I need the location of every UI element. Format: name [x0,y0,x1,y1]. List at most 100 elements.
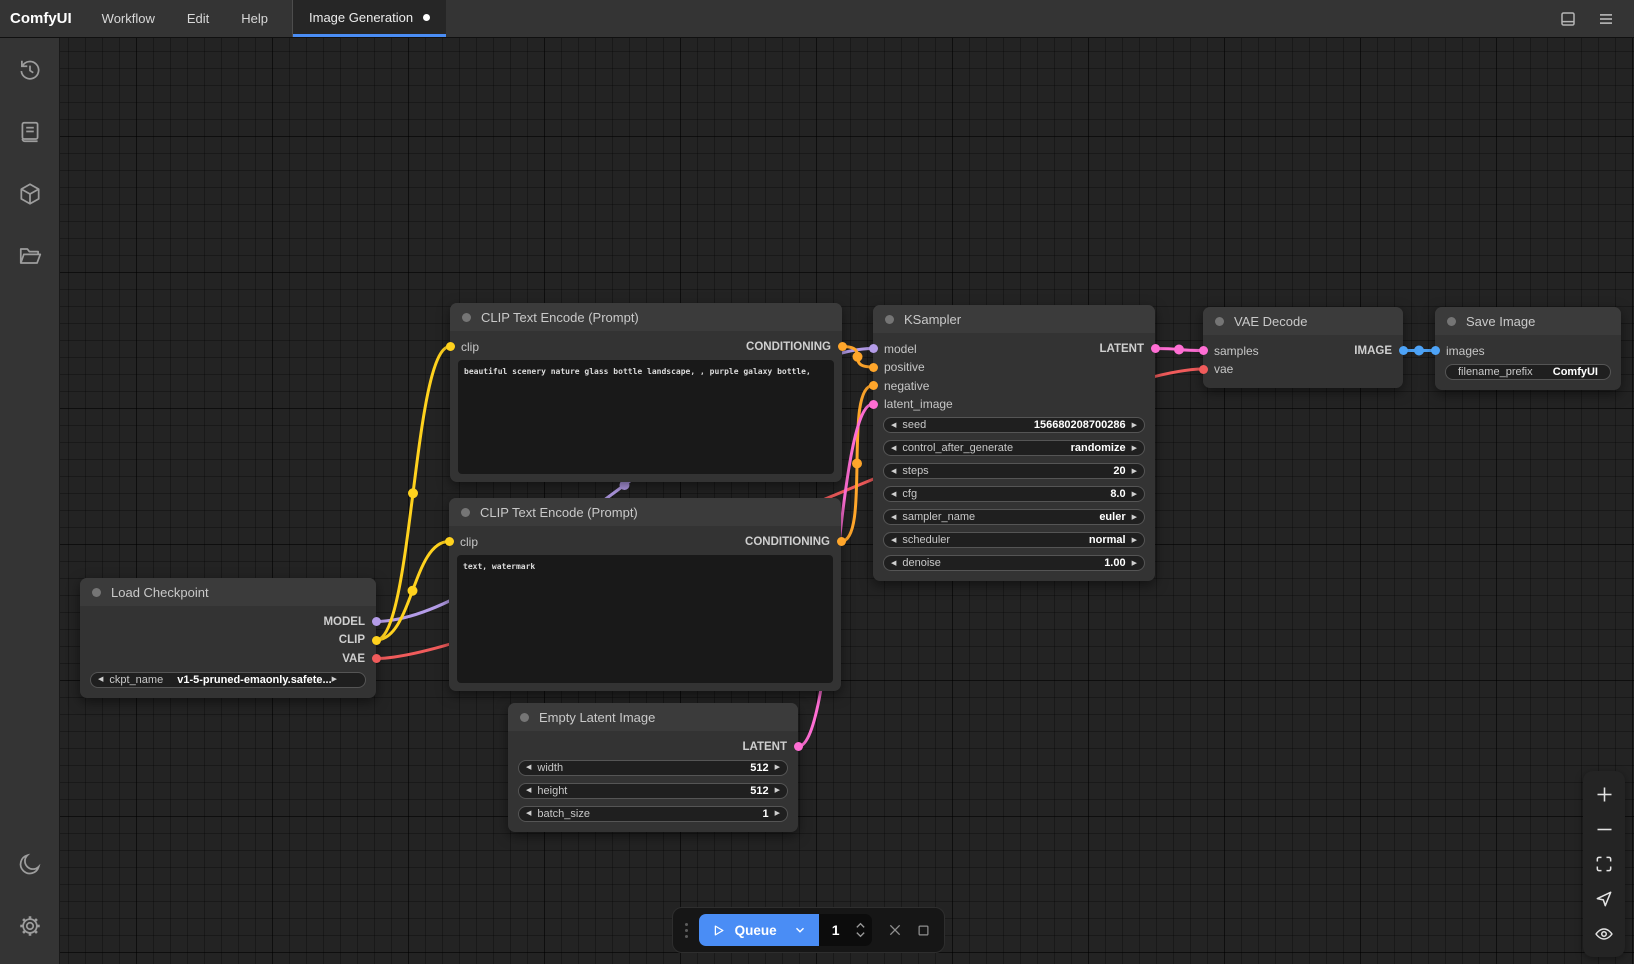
output-port-LATENT-icon[interactable] [1151,344,1160,353]
widget-filename_prefix[interactable]: filename_prefixComfyUI [1445,364,1611,380]
input-port-negative-icon[interactable] [869,381,878,390]
output-port-CONDITIONING-icon[interactable] [838,342,847,351]
output-port-IMAGE-icon[interactable] [1399,346,1408,355]
decrement-arrow-icon[interactable]: ◀ [891,491,896,498]
input-port-images-icon[interactable] [1431,346,1440,355]
prompt-textarea[interactable]: text, watermark [457,555,833,683]
menu-help[interactable]: Help [225,0,284,37]
input-port-model-icon[interactable] [869,344,878,353]
input-port-positive-icon[interactable] [869,363,878,372]
collapse-dot-icon[interactable] [92,588,101,597]
tab-image-generation[interactable]: Image Generation [293,0,446,37]
node-vae_decode[interactable]: VAE DecodesamplesIMAGEvae [1203,307,1403,388]
menu-workflow[interactable]: Workflow [86,0,171,37]
output-port-LATENT-icon[interactable] [794,742,803,751]
input-port-vae-icon[interactable] [1199,365,1208,374]
increment-arrow-icon[interactable]: ▶ [775,764,780,771]
fit-view-icon[interactable] [1592,852,1616,876]
workflows-folder-icon[interactable] [10,236,50,276]
collapse-dot-icon[interactable] [1447,317,1456,326]
widget-seed[interactable]: ◀seed156680208700286▶ [883,417,1145,433]
collapse-dot-icon[interactable] [885,315,894,324]
widget-width[interactable]: ◀width512▶ [518,760,788,776]
prompt-textarea[interactable]: beautiful scenery nature glass bottle la… [458,360,834,474]
hamburger-menu-icon[interactable] [1596,9,1616,29]
decrement-arrow-icon[interactable]: ◀ [526,764,531,771]
node-empty_latent[interactable]: Empty Latent ImageLATENT◀width512▶◀heigh… [508,703,798,832]
decrement-arrow-icon[interactable]: ◀ [891,422,896,429]
increment-arrow-icon[interactable]: ▶ [775,787,780,794]
toggle-links-eye-icon[interactable] [1592,922,1616,946]
node-header[interactable]: Empty Latent Image [508,703,798,731]
chevron-down-icon[interactable] [793,923,807,937]
drag-handle[interactable] [683,923,691,938]
stepper-up-icon[interactable] [855,922,866,929]
queue-button[interactable]: Queue [699,914,819,946]
zoom-in-icon[interactable] [1592,782,1616,806]
zoom-out-icon[interactable] [1592,817,1616,841]
widget-cfg[interactable]: ◀cfg8.0▶ [883,486,1145,502]
widget-steps[interactable]: ◀steps20▶ [883,463,1145,479]
node-clip_pos[interactable]: CLIP Text Encode (Prompt)clipCONDITIONIN… [450,303,842,482]
node-graph-canvas[interactable]: Load CheckpointMODELCLIPVAE◀ckpt_namev1-… [0,0,1634,964]
settings-gear-icon[interactable] [10,906,50,946]
link-midpoint-dot[interactable] [852,459,862,469]
pan-mode-icon[interactable] [1592,887,1616,911]
decrement-arrow-icon[interactable]: ◀ [891,537,896,544]
widget-scheduler[interactable]: ◀schedulernormal▶ [883,532,1145,548]
link-midpoint-dot[interactable] [408,586,418,596]
decrement-arrow-icon[interactable]: ◀ [891,445,896,452]
output-port-VAE-icon[interactable] [372,654,381,663]
link-midpoint-dot[interactable] [1174,345,1184,355]
collapse-dot-icon[interactable] [1215,317,1224,326]
link-midpoint-dot[interactable] [1414,346,1424,356]
bottom-panel-icon[interactable] [1558,9,1578,29]
decrement-arrow-icon[interactable]: ◀ [98,676,103,683]
increment-arrow-icon[interactable]: ▶ [1132,422,1137,429]
increment-arrow-icon[interactable]: ▶ [1132,537,1137,544]
input-port-clip-icon[interactable] [445,537,454,546]
input-port-clip-icon[interactable] [446,342,455,351]
increment-arrow-icon[interactable]: ▶ [1132,491,1137,498]
theme-toggle-moon-icon[interactable] [10,844,50,884]
increment-arrow-icon[interactable]: ▶ [775,810,780,817]
stepper-down-icon[interactable] [855,931,866,938]
node-header[interactable]: Load Checkpoint [80,578,376,606]
widget-height[interactable]: ◀height512▶ [518,783,788,799]
collapse-dot-icon[interactable] [461,508,470,517]
model-library-icon[interactable] [10,174,50,214]
output-port-MODEL-icon[interactable] [372,617,381,626]
node-load_checkpoint[interactable]: Load CheckpointMODELCLIPVAE◀ckpt_namev1-… [80,578,376,698]
node-ksampler[interactable]: KSamplermodelLATENTpositivenegativelaten… [873,305,1155,581]
clear-queue-icon[interactable] [884,919,905,941]
node-library-icon[interactable] [10,112,50,152]
batch-count-stepper[interactable]: 1 [819,914,873,946]
widget-denoise[interactable]: ◀denoise1.00▶ [883,555,1145,571]
node-header[interactable]: CLIP Text Encode (Prompt) [450,303,842,331]
stop-icon[interactable] [913,919,934,941]
increment-arrow-icon[interactable]: ▶ [1132,560,1137,567]
decrement-arrow-icon[interactable]: ◀ [526,810,531,817]
collapse-dot-icon[interactable] [462,313,471,322]
node-header[interactable]: KSampler [873,305,1155,333]
decrement-arrow-icon[interactable]: ◀ [526,787,531,794]
queue-history-icon[interactable] [10,50,50,90]
increment-arrow-icon[interactable]: ▶ [1132,468,1137,475]
output-port-CLIP-icon[interactable] [372,636,381,645]
node-header[interactable]: Save Image [1435,307,1621,335]
increment-arrow-icon[interactable]: ▶ [1132,514,1137,521]
input-port-samples-icon[interactable] [1199,346,1208,355]
node-header[interactable]: CLIP Text Encode (Prompt) [449,498,841,526]
widget-batch_size[interactable]: ◀batch_size1▶ [518,806,788,822]
widget-ckpt_name[interactable]: ◀ckpt_namev1-5-pruned-emaonly.safete...▶ [90,672,366,688]
menu-edit[interactable]: Edit [171,0,225,37]
widget-sampler_name[interactable]: ◀sampler_nameeuler▶ [883,509,1145,525]
increment-arrow-icon[interactable]: ▶ [332,676,337,683]
increment-arrow-icon[interactable]: ▶ [1132,445,1137,452]
node-save_image[interactable]: Save Imageimagesfilename_prefixComfyUI [1435,307,1621,390]
decrement-arrow-icon[interactable]: ◀ [891,468,896,475]
link-midpoint-dot[interactable] [408,488,418,498]
collapse-dot-icon[interactable] [520,713,529,722]
node-header[interactable]: VAE Decode [1203,307,1403,335]
node-clip_neg[interactable]: CLIP Text Encode (Prompt)clipCONDITIONIN… [449,498,841,691]
